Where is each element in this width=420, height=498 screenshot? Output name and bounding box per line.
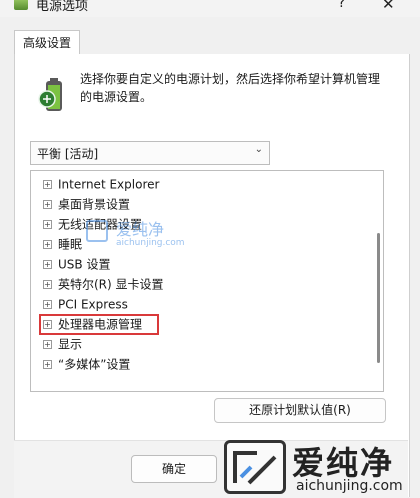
window-title: 电源选项 bbox=[36, 0, 89, 14]
battery-plug-icon bbox=[38, 78, 62, 111]
watermark-url-text: aichunjing.com bbox=[296, 478, 403, 494]
tab-advanced-settings[interactable]: 高级设置 bbox=[14, 30, 80, 55]
expand-icon[interactable]: + bbox=[43, 240, 52, 249]
tree-item-label: “多媒体”设置 bbox=[58, 357, 131, 372]
vertical-scrollbar[interactable] bbox=[377, 233, 380, 363]
highlight-box bbox=[39, 314, 159, 335]
plan-select-value: 平衡 [活动] bbox=[37, 147, 99, 161]
expand-icon[interactable]: + bbox=[43, 180, 52, 189]
tree-item-usb-settings[interactable]: + USB 设置 bbox=[43, 255, 110, 273]
close-button[interactable]: ✕ bbox=[382, 0, 395, 13]
tree-item-sleep[interactable]: + 睡眠 bbox=[43, 235, 82, 253]
plan-description: 选择你要自定义的电源计划，然后选择你希望计算机管理的电源设置。 bbox=[80, 72, 381, 104]
tree-item-multimedia[interactable]: + “多媒体”设置 bbox=[43, 355, 130, 373]
expand-icon[interactable]: + bbox=[43, 260, 52, 269]
tree-item-label: 桌面背景设置 bbox=[58, 197, 131, 212]
expand-icon[interactable]: + bbox=[43, 220, 52, 229]
ok-button[interactable]: 确定 bbox=[131, 455, 217, 483]
watermark-logo-icon bbox=[224, 440, 286, 494]
watermark-logo-icon bbox=[86, 220, 108, 242]
help-button[interactable]: ? bbox=[338, 0, 345, 11]
tree-item-label: USB 设置 bbox=[58, 257, 111, 272]
tab-strip: 高级设置 bbox=[0, 17, 420, 55]
power-plan-select[interactable]: 平衡 [活动] ⌄ bbox=[30, 141, 270, 165]
watermark-center: 爱纯净 aichunjing.com bbox=[86, 218, 206, 254]
tree-item-desktop-background[interactable]: + 桌面背景设置 bbox=[43, 195, 130, 213]
tree-item-label: 睡眠 bbox=[58, 237, 83, 252]
restore-defaults-button[interactable]: 还原计划默认值(R) bbox=[214, 398, 386, 423]
power-options-icon bbox=[14, 0, 28, 10]
tree-item-pci-express[interactable]: + PCI Express bbox=[43, 295, 128, 313]
expand-icon[interactable]: + bbox=[43, 280, 52, 289]
watermark-url-text: aichunjing.com bbox=[116, 238, 185, 248]
watermark-brand-text: 爱纯净 bbox=[116, 220, 165, 239]
tree-item-label: 英特尔(R) 显卡设置 bbox=[58, 277, 164, 292]
title-bar: 电源选项 ? ✕ bbox=[0, 0, 420, 17]
tree-item-intel-graphics[interactable]: + 英特尔(R) 显卡设置 bbox=[43, 275, 164, 293]
expand-icon[interactable]: + bbox=[43, 200, 52, 209]
expand-icon[interactable]: + bbox=[43, 300, 52, 309]
expand-icon[interactable]: + bbox=[43, 360, 52, 369]
tree-item-label: 显示 bbox=[58, 337, 83, 352]
tree-item-internet-explorer[interactable]: + Internet Explorer bbox=[43, 175, 159, 193]
tree-item-label: Internet Explorer bbox=[58, 177, 160, 192]
chevron-down-icon: ⌄ bbox=[254, 144, 263, 155]
settings-tree[interactable]: + Internet Explorer + 桌面背景设置 + 无线适配器设置 + 睡眠 … bbox=[30, 170, 384, 392]
tree-item-display[interactable]: + 显示 bbox=[43, 335, 82, 353]
watermark-corner: 爱纯净 aichunjing.com bbox=[220, 436, 420, 497]
expand-icon[interactable]: + bbox=[43, 340, 52, 349]
tree-item-label: PCI Express bbox=[58, 297, 128, 312]
